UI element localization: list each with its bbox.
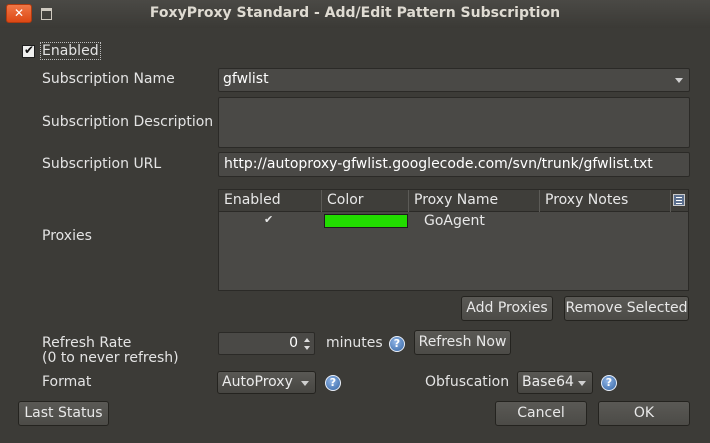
column-color[interactable]: Color: [322, 190, 409, 212]
cancel-button[interactable]: Cancel: [495, 401, 587, 426]
row-enabled-check[interactable]: ✔: [264, 213, 273, 226]
refresh-now-button[interactable]: Refresh Now: [414, 330, 511, 355]
table-row[interactable]: ✔ GoAgent: [219, 213, 688, 233]
refresh-rate-spinner[interactable]: 0: [218, 332, 315, 355]
subscription-dialog: ✔ Enabled Subscription Name gfwlist Subs…: [0, 28, 710, 443]
column-proxy-name[interactable]: Proxy Name: [409, 190, 540, 212]
proxies-table-header: Enabled Color Proxy Name Proxy Notes: [219, 190, 688, 212]
spin-up-icon[interactable]: [304, 338, 310, 342]
window-title: FoxyProxy Standard - Add/Edit Pattern Su…: [149, 5, 561, 21]
subscription-url-field[interactable]: http://autoproxy-gfwlist.googlecode.com/…: [218, 152, 690, 177]
refresh-help-icon[interactable]: ?: [389, 336, 405, 352]
column-picker-icon[interactable]: [673, 194, 685, 206]
subscription-url-label: Subscription URL: [42, 156, 162, 172]
refresh-rate-sublabel: (0 to never refresh): [42, 350, 179, 366]
chevron-down-icon[interactable]: [578, 381, 586, 386]
obfuscation-value: Base64: [522, 374, 574, 390]
title-bar: ✕ FoxyProxy Standard - Add/Edit Pattern …: [0, 0, 710, 28]
check-icon: ✔: [24, 43, 35, 57]
add-proxies-button[interactable]: Add Proxies: [461, 296, 553, 321]
proxies-table[interactable]: Enabled Color Proxy Name Proxy Notes ✔ G…: [218, 189, 689, 291]
row-color-swatch: [324, 214, 408, 228]
column-enabled[interactable]: Enabled: [219, 190, 322, 212]
subscription-name-value: gfwlist: [223, 71, 269, 87]
refresh-rate-value: 0: [289, 335, 298, 351]
format-help-icon[interactable]: ?: [325, 375, 341, 391]
column-proxy-notes[interactable]: Proxy Notes: [540, 190, 671, 212]
chevron-down-icon[interactable]: [675, 78, 683, 83]
obfuscation-label: Obfuscation: [425, 374, 510, 390]
spin-down-icon[interactable]: [304, 346, 310, 350]
enabled-label[interactable]: Enabled: [40, 42, 101, 60]
obfuscation-help-icon[interactable]: ?: [601, 375, 617, 391]
format-label: Format: [42, 374, 92, 390]
subscription-name-label: Subscription Name: [42, 71, 175, 87]
format-value: AutoProxy: [222, 374, 293, 390]
refresh-rate-label: Refresh Rate: [42, 335, 132, 351]
subscription-description-label: Subscription Description: [42, 114, 214, 130]
last-status-button[interactable]: Last Status: [18, 401, 109, 426]
format-combo[interactable]: AutoProxy: [217, 371, 316, 394]
proxies-label: Proxies: [42, 228, 92, 244]
ok-button[interactable]: OK: [598, 401, 690, 426]
chevron-down-icon[interactable]: [301, 381, 309, 386]
row-proxy-name: GoAgent: [424, 213, 485, 229]
minutes-label: minutes: [326, 335, 383, 351]
enabled-checkbox[interactable]: ✔: [22, 43, 35, 58]
subscription-url-value: http://autoproxy-gfwlist.googlecode.com/…: [224, 156, 653, 172]
subscription-description-field[interactable]: [218, 97, 690, 148]
subscription-name-combo[interactable]: gfwlist: [218, 68, 690, 92]
remove-selected-button[interactable]: Remove Selected: [564, 296, 689, 321]
obfuscation-combo[interactable]: Base64: [517, 371, 593, 394]
